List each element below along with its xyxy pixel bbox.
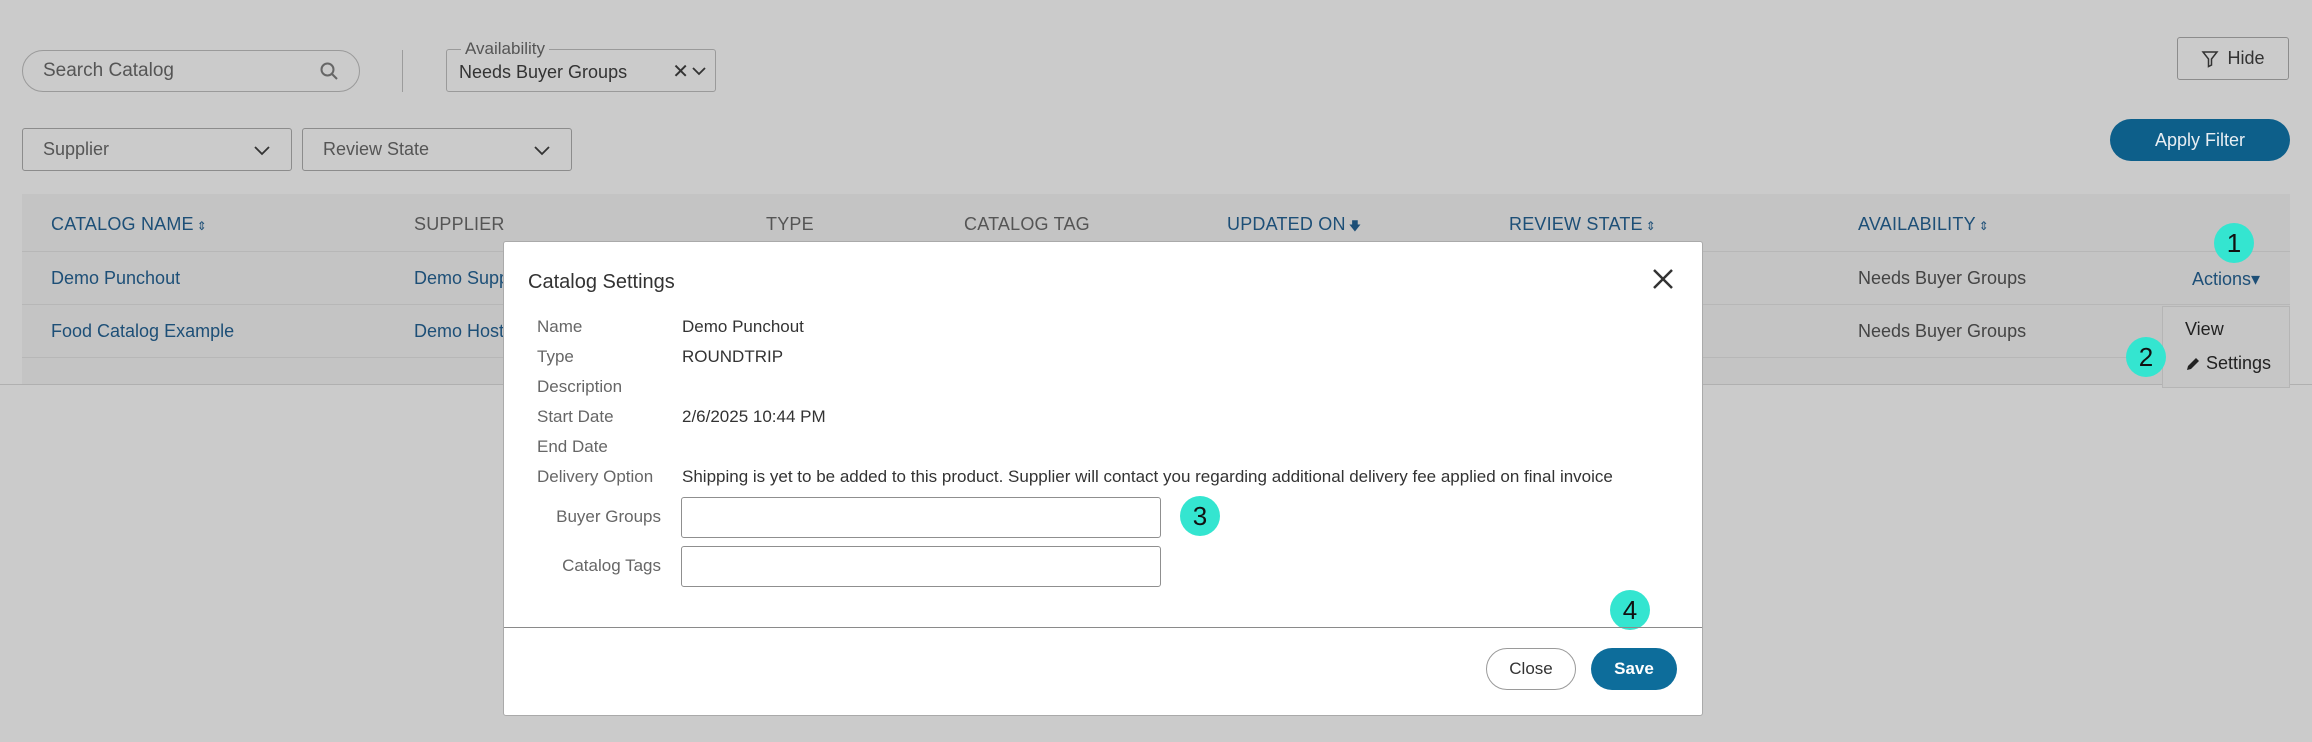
menu-item-view[interactable]: View <box>2185 319 2224 340</box>
actions-dropdown-button[interactable]: Actions▾ <box>2192 269 2260 290</box>
actions-menu: View Settings <box>2162 306 2290 388</box>
clear-icon[interactable]: ✕ <box>672 59 689 84</box>
header-label: AVAILABILITY <box>1858 214 1976 234</box>
sort-icon: ⇕ <box>196 219 208 233</box>
header-updated-on[interactable]: UPDATED ON 🡇 <box>1227 214 1361 238</box>
availability-cell: Needs Buyer Groups <box>1858 268 2027 288</box>
annotation-badge-3: 3 <box>1180 496 1220 536</box>
annotation-badge-2: 2 <box>2126 337 2166 377</box>
header-label: CATALOG NAME <box>51 214 194 234</box>
modal-title: Catalog Settings <box>528 271 675 293</box>
availability-legend: Availability <box>461 39 550 59</box>
review-state-select[interactable]: Review State <box>302 128 572 171</box>
field-label: Catalog Tags <box>562 556 661 575</box>
buyer-groups-input[interactable] <box>681 497 1161 538</box>
availability-value: Needs Buyer Groups <box>459 62 628 82</box>
header-availability[interactable]: AVAILABILITY ⇕ <box>1858 214 1989 235</box>
availability-cell: Needs Buyer Groups <box>1858 321 2027 341</box>
filter-icon <box>2201 50 2220 68</box>
catalog-name-link[interactable]: Food Catalog Example <box>51 321 234 342</box>
search-icon[interactable] <box>319 61 339 81</box>
chevron-down-icon <box>534 145 550 155</box>
save-button[interactable]: Save <box>1591 648 1677 690</box>
catalog-tags-input[interactable] <box>681 546 1161 587</box>
apply-filter-button[interactable]: Apply Filter <box>2110 119 2290 161</box>
sort-icon: ⇕ <box>1978 219 1990 233</box>
field-label: Name <box>537 317 583 336</box>
search-placeholder: Search Catalog <box>43 60 174 81</box>
field-value: ROUNDTRIP <box>682 347 784 366</box>
catalog-name-link[interactable]: Demo Punchout <box>51 268 180 289</box>
caret-down-icon: ▾ <box>2251 269 2261 289</box>
header-label: UPDATED ON <box>1227 214 1346 234</box>
menu-item-label: Settings <box>2206 353 2272 373</box>
field-value: Demo Punchout <box>682 317 804 336</box>
hide-label: Hide <box>2227 48 2265 68</box>
close-icon[interactable] <box>1650 266 1676 292</box>
availability-select[interactable]: Availability Needs Buyer Groups ✕ <box>446 39 716 92</box>
review-state-label: Review State <box>323 139 430 159</box>
hide-filters-button[interactable]: Hide <box>2177 37 2289 80</box>
catalog-settings-modal: Catalog Settings Name Demo Punchout Type… <box>503 241 1703 716</box>
header-supplier: SUPPLIER <box>414 214 505 234</box>
modal-footer-divider <box>504 627 1702 628</box>
header-type: TYPE <box>766 214 814 234</box>
annotation-badge-1: 1 <box>2214 223 2254 263</box>
field-label: End Date <box>537 437 608 456</box>
supplier-label: Supplier <box>43 139 110 159</box>
field-value: 2/6/2025 10:44 PM <box>682 407 826 426</box>
supplier-link[interactable]: Demo Hoste <box>414 321 514 342</box>
field-label: Delivery Option <box>537 467 654 486</box>
supplier-select[interactable]: Supplier <box>22 128 292 171</box>
field-value: Shipping is yet to be added to this prod… <box>682 467 1613 486</box>
supplier-link[interactable]: Demo Supp <box>414 268 509 289</box>
field-label: Buyer Groups <box>556 507 661 526</box>
annotation-badge-4: 4 <box>1610 590 1650 630</box>
sort-icon: ⇕ <box>1645 219 1657 233</box>
header-review-state[interactable]: REVIEW STATE ⇕ <box>1509 214 1656 235</box>
pencil-icon <box>2187 357 2199 370</box>
divider <box>402 50 403 92</box>
menu-item-settings[interactable]: Settings <box>2185 353 2271 374</box>
chevron-down-icon[interactable] <box>691 63 707 79</box>
header-catalog-name[interactable]: CATALOG NAME ⇕ <box>51 214 207 235</box>
header-catalog-tag: CATALOG TAG <box>964 214 1090 234</box>
search-input[interactable]: Search Catalog <box>22 50 360 92</box>
chevron-down-icon <box>254 145 270 155</box>
sort-desc-icon: 🡇 <box>1348 219 1362 233</box>
field-label: Start Date <box>537 407 614 426</box>
close-button[interactable]: Close <box>1486 648 1576 690</box>
menu-item-label: View <box>2185 319 2224 339</box>
header-label: REVIEW STATE <box>1509 214 1643 234</box>
field-label: Type <box>537 347 574 366</box>
field-label: Description <box>537 377 623 396</box>
actions-label: Actions <box>2192 269 2252 289</box>
